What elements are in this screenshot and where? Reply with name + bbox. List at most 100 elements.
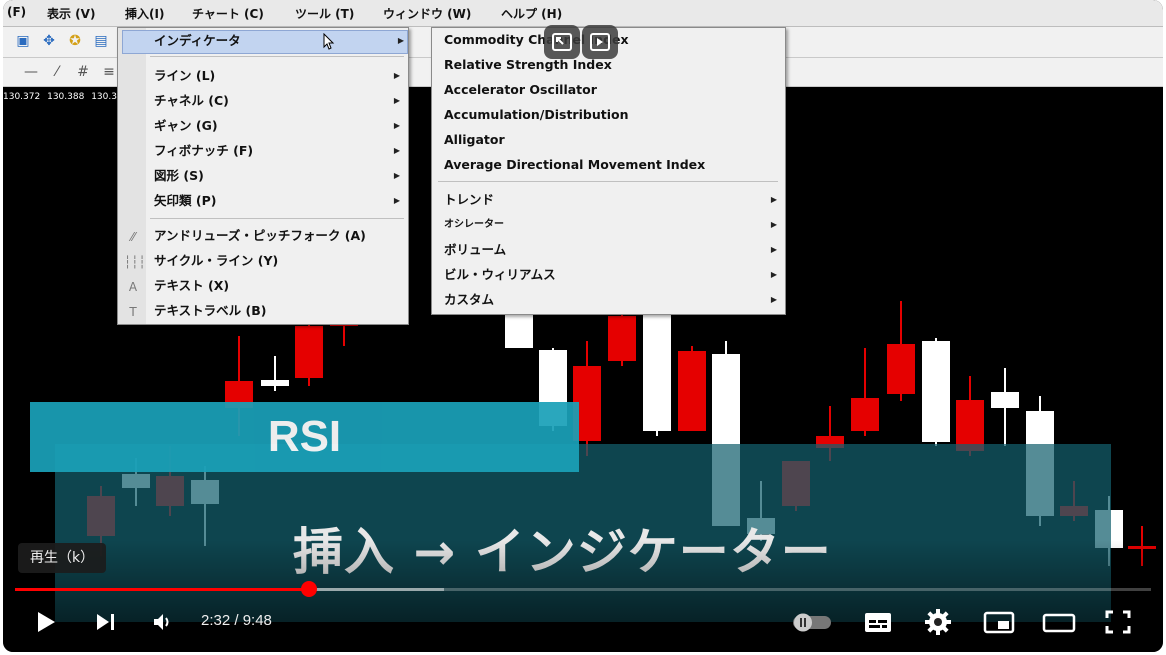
menu-item-accumulation[interactable]: Accumulation/Distribution bbox=[444, 103, 628, 127]
candle-body bbox=[295, 326, 323, 378]
menu-separator bbox=[438, 181, 778, 182]
volume-icon[interactable] bbox=[147, 606, 179, 638]
lines-icon[interactable]: ≡ bbox=[99, 62, 119, 82]
time-display: 2:32 / 9:48 bbox=[201, 612, 272, 629]
menu-item-label: カスタム bbox=[444, 292, 495, 307]
fibo-icon[interactable]: # bbox=[73, 62, 93, 82]
menu-item-custom[interactable]: カスタム ▶ bbox=[444, 288, 777, 312]
play-tooltip: 再生（k） bbox=[18, 543, 107, 573]
menu-item-volumes[interactable]: ボリューム ▶ bbox=[444, 238, 777, 262]
menu-item-arrows[interactable]: 矢印類 (P) ▶ bbox=[154, 189, 400, 213]
settings-icon[interactable] bbox=[921, 606, 955, 638]
subtitles-icon[interactable] bbox=[861, 606, 895, 638]
candle-body bbox=[608, 316, 636, 361]
price-label: 130.372 bbox=[3, 92, 41, 102]
menu-separator bbox=[150, 56, 404, 57]
mouse-cursor-icon bbox=[323, 33, 335, 50]
progress-played bbox=[15, 588, 310, 591]
app-menubar: (F) 表示 (V) 挿入(I) チャート (C) ツール (T) ウィンドウ … bbox=[3, 0, 1163, 27]
candle-body bbox=[505, 314, 533, 348]
cast-button[interactable] bbox=[544, 25, 580, 59]
menu-item-adx[interactable]: Average Directional Movement Index bbox=[444, 153, 705, 177]
theater-icon[interactable] bbox=[1040, 606, 1078, 638]
share-icon bbox=[590, 33, 610, 51]
menu-item-alligator[interactable]: Alligator bbox=[444, 128, 505, 152]
menu-insert[interactable]: 挿入(I) bbox=[125, 5, 164, 22]
banner-title: RSI bbox=[267, 412, 342, 461]
candle-body bbox=[887, 344, 915, 394]
candle-body bbox=[678, 351, 706, 431]
miniplayer-icon[interactable] bbox=[981, 606, 1017, 638]
menu-window[interactable]: ウィンドウ (W) bbox=[383, 5, 471, 22]
submenu-arrow-icon: ▶ bbox=[397, 36, 404, 45]
video-player[interactable]: (F) 表示 (V) 挿入(I) チャート (C) ツール (T) ウィンドウ … bbox=[3, 0, 1163, 652]
price-labels: 130.372 130.388 130.371 bbox=[3, 92, 132, 102]
menu-help[interactable]: ヘルプ (H) bbox=[501, 5, 562, 22]
text-icon: A bbox=[128, 280, 138, 294]
candle-body bbox=[922, 341, 950, 442]
window-icon[interactable]: ▤ bbox=[91, 31, 111, 51]
menu-item-fibonacci[interactable]: フィボナッチ (F) ▶ bbox=[154, 139, 400, 163]
submenu-arrow-icon: ▶ bbox=[770, 220, 777, 229]
candle-body bbox=[991, 392, 1019, 408]
menu-item-label: ライン (L) bbox=[154, 68, 216, 83]
submenu-arrow-icon: ▶ bbox=[393, 71, 400, 80]
pitchfork-icon: ⁄⁄ bbox=[130, 230, 135, 244]
next-icon[interactable] bbox=[89, 606, 121, 638]
hline-icon[interactable]: — bbox=[21, 62, 41, 82]
menu-item-line[interactable]: ライン (L) ▶ bbox=[154, 64, 400, 88]
submenu-arrow-icon: ▶ bbox=[393, 146, 400, 155]
menu-view[interactable]: 表示 (V) bbox=[47, 5, 95, 22]
menu-chart[interactable]: チャート (C) bbox=[192, 5, 264, 22]
new-chart-icon[interactable]: ▣ bbox=[13, 31, 33, 51]
submenu-arrow-icon: ▶ bbox=[770, 270, 777, 279]
rsi-banner: RSI bbox=[30, 402, 579, 472]
candle-body bbox=[643, 314, 671, 431]
menu-item-text-label[interactable]: テキストラベル (B) bbox=[154, 299, 400, 323]
menu-item-label: フィボナッチ (F) bbox=[154, 143, 254, 158]
crosshair-icon[interactable]: ✥ bbox=[39, 31, 59, 51]
menu-item-trend[interactable]: トレンド ▶ bbox=[444, 188, 777, 212]
submenu-arrow-icon: ▶ bbox=[770, 195, 777, 204]
menu-separator bbox=[150, 218, 404, 219]
fullscreen-icon[interactable] bbox=[1101, 606, 1135, 638]
submenu-arrow-icon: ▶ bbox=[393, 171, 400, 180]
menu-item-label: トレンド bbox=[444, 192, 495, 207]
menu-item-bill-williams[interactable]: ビル・ウィリアムス ▶ bbox=[444, 263, 777, 287]
menu-item-shapes[interactable]: 図形 (S) ▶ bbox=[154, 164, 400, 188]
autoplay-toggle-icon[interactable] bbox=[789, 606, 835, 638]
submenu-arrow-icon: ▶ bbox=[770, 295, 777, 304]
menu-tools[interactable]: ツール (T) bbox=[295, 5, 354, 22]
folder-icon[interactable]: ✪ bbox=[65, 31, 85, 51]
menu-item-channel[interactable]: チャネル (C) ▶ bbox=[154, 89, 400, 113]
menu-file[interactable]: (F) bbox=[7, 5, 26, 19]
share-button[interactable] bbox=[582, 25, 618, 59]
menu-item-label: ボリューム bbox=[444, 242, 507, 257]
cast-icon bbox=[552, 33, 572, 51]
menu-item-indicators[interactable]: インディケータ ▶ bbox=[154, 29, 404, 53]
menu-item-label: ビル・ウィリアムス bbox=[444, 267, 556, 282]
menu-item-label: 矢印類 (P) bbox=[154, 193, 217, 208]
trendline-icon[interactable]: ⁄ bbox=[47, 62, 67, 82]
menu-item-label: 図形 (S) bbox=[154, 168, 204, 183]
video-page: (F) 表示 (V) 挿入(I) チャート (C) ツール (T) ウィンドウ … bbox=[0, 0, 1166, 655]
price-label: 130.388 bbox=[47, 92, 85, 102]
menu-item-oscillators[interactable]: オシレーター ▶ bbox=[444, 213, 777, 237]
menu-item-label: ギャン (G) bbox=[154, 118, 218, 133]
menu-item-text[interactable]: テキスト (X) bbox=[154, 274, 400, 298]
submenu-arrow-icon: ▶ bbox=[393, 96, 400, 105]
submenu-arrow-icon: ▶ bbox=[393, 121, 400, 130]
play-icon[interactable] bbox=[29, 606, 61, 638]
menu-item-label: インディケータ bbox=[154, 33, 241, 48]
candle-body bbox=[851, 398, 879, 431]
candle-body bbox=[261, 380, 289, 386]
indicators-submenu: Commodity Channel Index Relative Strengt… bbox=[431, 27, 786, 315]
insert-menu: インディケータ ▶ ライン (L) ▶ チャネル (C) ▶ ギャン (G) ▶ フィ… bbox=[117, 27, 409, 325]
cycle-lines-icon: ┆┆┆ bbox=[124, 255, 146, 269]
menu-item-label: オシレーター bbox=[444, 219, 504, 230]
menu-item-cycle-lines[interactable]: サイクル・ライン (Y) bbox=[154, 249, 400, 273]
submenu-arrow-icon: ▶ bbox=[770, 245, 777, 254]
menu-item-gann[interactable]: ギャン (G) ▶ bbox=[154, 114, 400, 138]
menu-item-accelerator[interactable]: Accelerator Oscillator bbox=[444, 78, 597, 102]
menu-item-pitchfork[interactable]: アンドリューズ・ピッチフォーク (A) bbox=[154, 224, 400, 248]
